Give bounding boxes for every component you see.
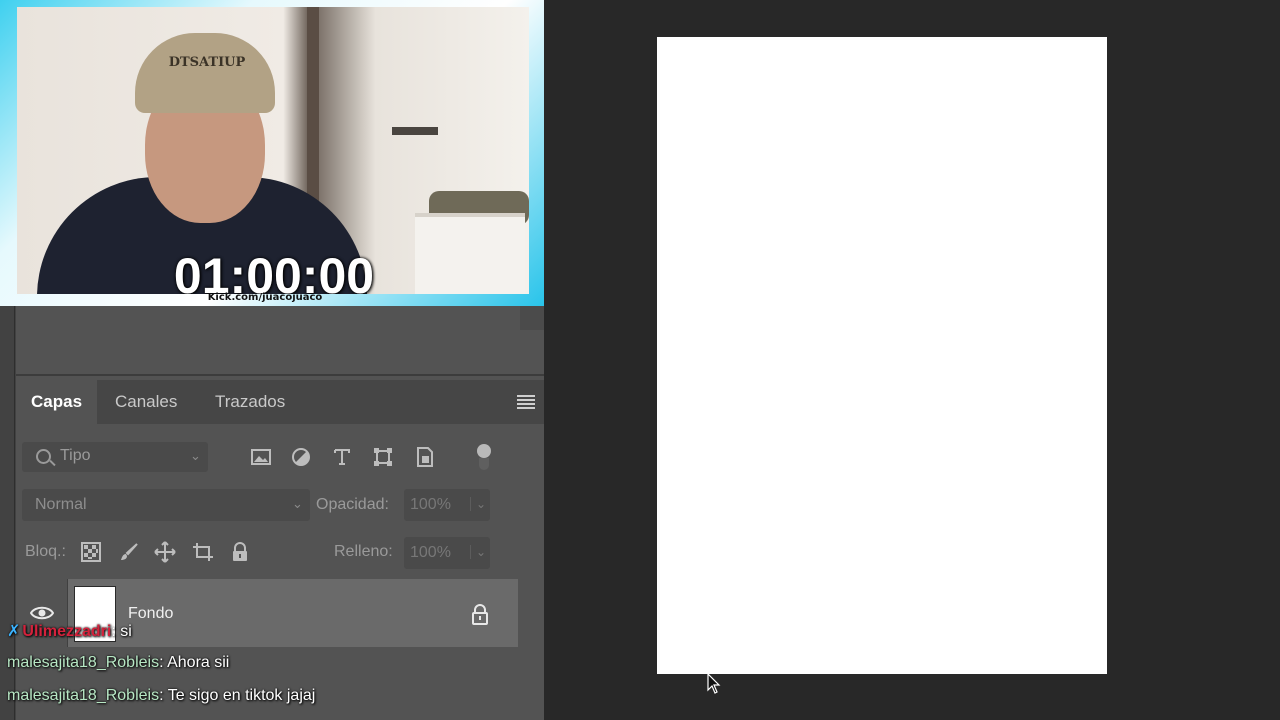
background-handle xyxy=(392,127,438,135)
chat-username: malesajita18_Robleis xyxy=(7,687,160,704)
fill-label: Relleno: xyxy=(334,543,393,560)
image-filter-icon[interactable] xyxy=(250,446,272,468)
filter-toggle-track xyxy=(479,458,489,470)
lock-transparency-icon[interactable] xyxy=(80,541,102,563)
layer-filter-label: Tipo xyxy=(60,447,91,464)
mouse-cursor-icon xyxy=(707,672,721,695)
fill-field[interactable]: 100% ⌄ xyxy=(404,537,490,569)
chat-username: malesajita18_Robleis xyxy=(7,654,160,671)
text-filter-icon[interactable] xyxy=(331,446,353,468)
lock-all-icon[interactable] xyxy=(229,541,251,563)
lock-position-move-icon[interactable] xyxy=(154,541,176,563)
lock-artboard-crop-icon[interactable] xyxy=(192,541,214,563)
chevron-down-icon: ⌄ xyxy=(190,448,201,463)
stream-timer: 01:00:00 xyxy=(173,248,375,294)
opacity-label: Opacidad: xyxy=(316,496,389,513)
chat-message: ✗ Ulimezzadri: si xyxy=(7,621,132,641)
chat-message: malesajita18_Robleis: Te sigo en tiktok … xyxy=(7,687,315,705)
panel-scroll-gutter xyxy=(518,579,544,720)
chat-username: Ulimezzadri xyxy=(22,623,112,640)
blend-mode-select[interactable]: Normal ⌄ xyxy=(22,489,310,521)
eye-icon[interactable] xyxy=(29,605,55,621)
tab-trazados[interactable]: Trazados xyxy=(200,380,300,424)
shape-filter-icon[interactable] xyxy=(372,446,394,468)
layer-lock-icon[interactable] xyxy=(470,603,490,625)
chat-message: malesajita18_Robleis: Ahora sii xyxy=(7,654,229,672)
panel-scrollbar[interactable] xyxy=(520,306,544,330)
cap-logo: DTSATIUP xyxy=(168,55,246,70)
chevron-down-icon[interactable]: ⌄ xyxy=(470,497,486,511)
blend-mode-value: Normal xyxy=(35,496,87,513)
smart-object-filter-icon[interactable] xyxy=(414,446,436,468)
panel-menu-icon[interactable] xyxy=(517,395,535,409)
chevron-down-icon[interactable]: ⌄ xyxy=(470,545,486,559)
chat-separator: : xyxy=(159,654,168,671)
moderator-badge-icon: ✗ xyxy=(7,623,21,640)
webcam-feed: DTSATIUP 01:00:00 xyxy=(17,7,529,294)
tab-capas[interactable]: Capas xyxy=(16,380,98,424)
chat-separator: : xyxy=(159,687,168,704)
adjustment-filter-icon[interactable] xyxy=(290,446,312,468)
opacity-field[interactable]: 100% ⌄ xyxy=(404,489,490,521)
chevron-down-icon: ⌄ xyxy=(292,496,303,511)
document-canvas[interactable] xyxy=(657,37,1107,674)
stream-url: Kick.com/juacojuaco xyxy=(207,292,323,303)
layers-panel-tabs: Capas Canales Trazados xyxy=(16,380,544,424)
streamer-cap xyxy=(135,33,275,113)
search-icon xyxy=(36,449,51,464)
layer-name[interactable]: Fondo xyxy=(128,605,173,623)
chat-text: Te sigo en tiktok jajaj xyxy=(167,687,316,704)
chat-separator: : xyxy=(111,623,121,640)
chat-text: Ahora sii xyxy=(167,654,230,671)
tab-canales[interactable]: Canales xyxy=(100,380,192,424)
lock-label: Bloq.: xyxy=(25,543,66,560)
fill-value: 100% xyxy=(410,544,451,561)
filter-toggle[interactable] xyxy=(477,444,491,458)
collapsed-panel xyxy=(16,306,544,376)
webcam-overlay: DTSATIUP 01:00:00 Kick.com/juacojuaco xyxy=(0,0,544,306)
opacity-value: 100% xyxy=(410,496,451,513)
chat-text: si xyxy=(120,623,132,640)
lock-pixels-brush-icon[interactable] xyxy=(118,541,140,563)
layer-filter-select[interactable]: Tipo ⌄ xyxy=(22,442,208,472)
